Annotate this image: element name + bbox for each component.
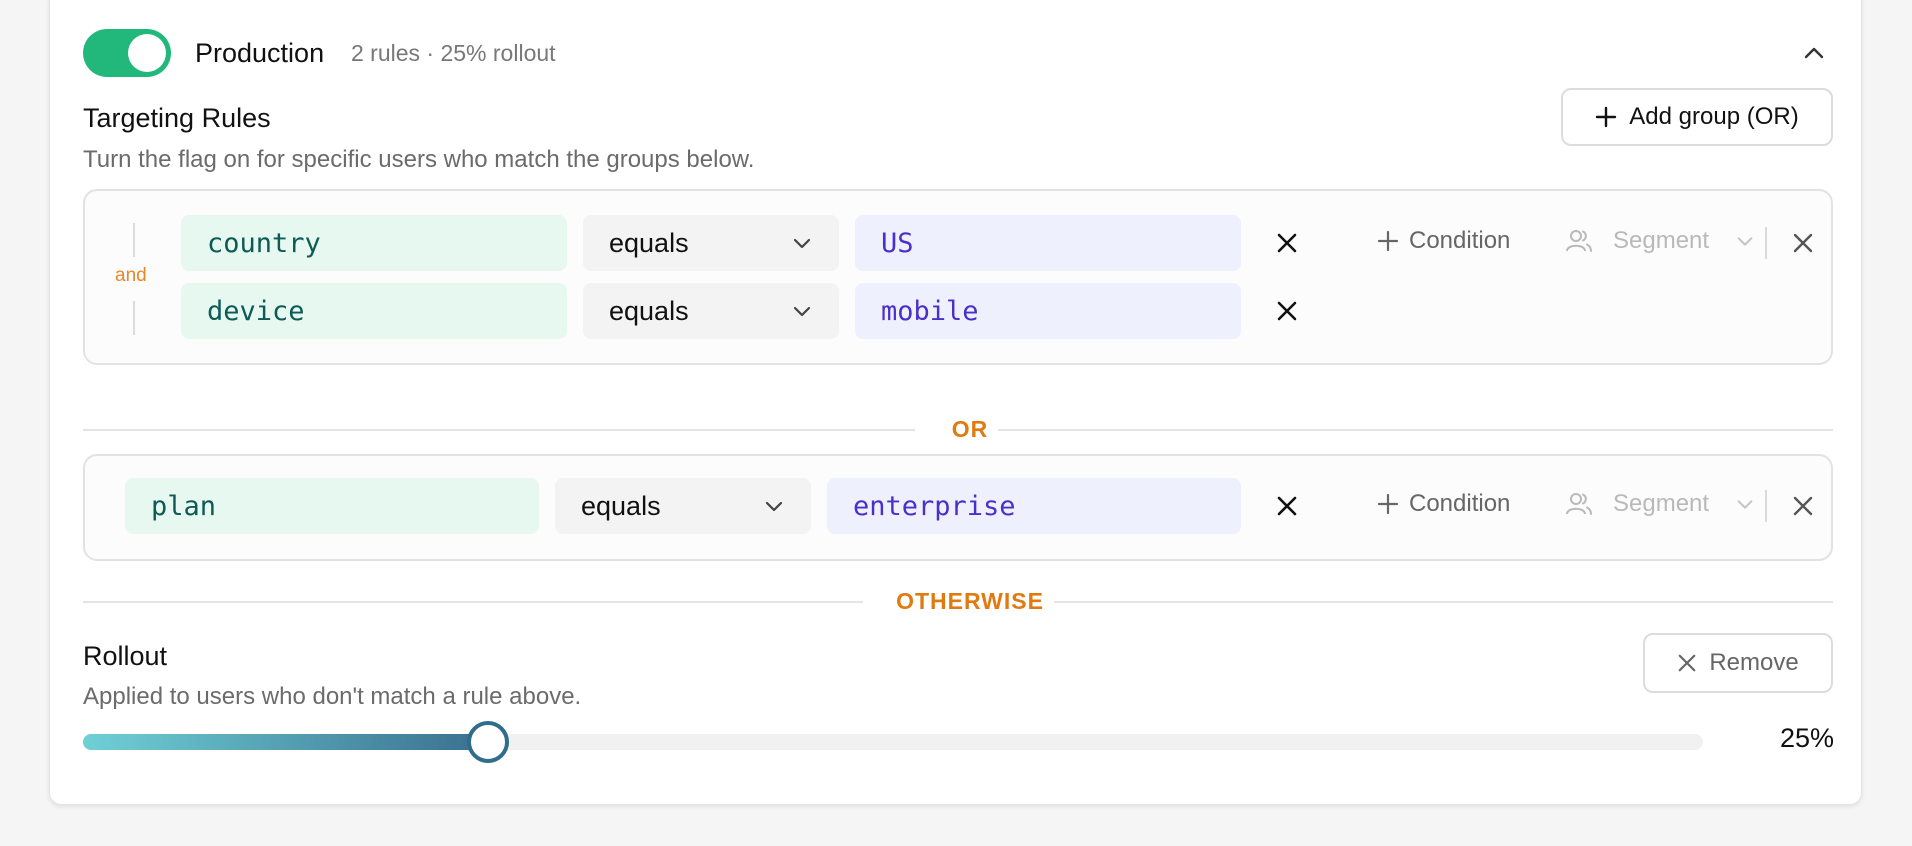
operator-label: equals [609, 295, 689, 326]
environment-name: Production [195, 38, 325, 68]
remove-group-button[interactable] [1785, 225, 1821, 261]
group-actions-separator [1765, 490, 1767, 522]
segment-label: Segment [1613, 227, 1710, 254]
rollout-slider-thumb[interactable] [467, 721, 509, 763]
value-field[interactable]: mobile [855, 283, 1241, 339]
otherwise-divider-line-left [83, 601, 863, 603]
rollout-slider[interactable] [83, 721, 1703, 763]
operator-label: equals [609, 227, 689, 258]
targeting-title: Targeting Rules [83, 103, 271, 133]
operator-label: equals [581, 490, 661, 521]
rule-group: plan equals enterprise Condition Segment [83, 454, 1833, 561]
and-label: and [115, 265, 147, 286]
add-condition-button[interactable]: Condition [1377, 227, 1510, 255]
operator-select[interactable]: equals [583, 283, 839, 339]
remove-rollout-button[interactable]: Remove [1643, 633, 1833, 693]
environment-card: Production 2 rules · 25% rollout Targeti… [49, 0, 1862, 805]
or-divider-line-right [998, 429, 1833, 431]
plus-icon [1596, 106, 1617, 128]
rollout-description: Applied to users who don't match a rule … [83, 683, 582, 710]
otherwise-divider-line-right [1054, 601, 1833, 603]
chevron-down-icon [1737, 237, 1753, 246]
add-condition-label: Condition [1409, 227, 1511, 254]
group-actions-separator [1765, 227, 1767, 259]
chevron-down-icon [1737, 500, 1753, 509]
close-icon [1793, 233, 1813, 253]
chevron-up-icon [1804, 47, 1824, 59]
close-icon [1277, 233, 1297, 253]
segment-label: Segment [1613, 490, 1710, 517]
segment-select[interactable]: Segment [1565, 227, 1755, 255]
collapse-button[interactable] [1794, 33, 1834, 73]
segment-select[interactable]: Segment [1565, 490, 1755, 518]
operator-select[interactable]: equals [555, 478, 811, 534]
rollout-slider-fill [83, 734, 488, 750]
chevron-down-icon [793, 306, 811, 317]
remove-group-button[interactable] [1785, 488, 1821, 524]
remove-condition-button[interactable] [1269, 225, 1305, 261]
environment-summary: 2 rules · 25% rollout [351, 40, 556, 66]
and-bracket-top [133, 223, 135, 257]
value-field[interactable]: enterprise [827, 478, 1241, 534]
otherwise-divider-label: OTHERWISE [896, 588, 1044, 614]
remove-condition-button[interactable] [1269, 293, 1305, 329]
rollout-title: Rollout [83, 641, 168, 671]
operator-select[interactable]: equals [583, 215, 839, 271]
users-icon [1566, 230, 1592, 252]
rule-group: and country equals US Condition Segment … [83, 189, 1833, 365]
toggle-knob [128, 34, 166, 72]
add-group-label: Add group (OR) [1629, 103, 1799, 130]
plus-icon [1377, 230, 1399, 252]
close-icon [1277, 496, 1297, 516]
users-icon [1566, 493, 1592, 515]
and-bracket-bottom [133, 301, 135, 335]
close-icon [1793, 496, 1813, 516]
close-icon [1277, 301, 1297, 321]
chevron-down-icon [765, 501, 783, 512]
environment-toggle[interactable] [83, 29, 171, 77]
attribute-field[interactable]: plan [125, 478, 539, 534]
targeting-description: Turn the flag on for specific users who … [83, 146, 755, 173]
close-icon [1678, 654, 1696, 672]
chevron-down-icon [793, 238, 811, 249]
remove-rollout-label: Remove [1709, 649, 1799, 676]
add-group-button[interactable]: Add group (OR) [1561, 88, 1833, 146]
add-condition-button[interactable]: Condition [1377, 490, 1510, 518]
plus-icon [1377, 493, 1399, 515]
or-divider-line-left [83, 429, 915, 431]
value-field[interactable]: US [855, 215, 1241, 271]
attribute-field[interactable]: device [181, 283, 567, 339]
attribute-field[interactable]: country [181, 215, 567, 271]
remove-condition-button[interactable] [1269, 488, 1305, 524]
add-condition-label: Condition [1409, 490, 1511, 517]
rollout-percent: 25% [1779, 723, 1834, 753]
